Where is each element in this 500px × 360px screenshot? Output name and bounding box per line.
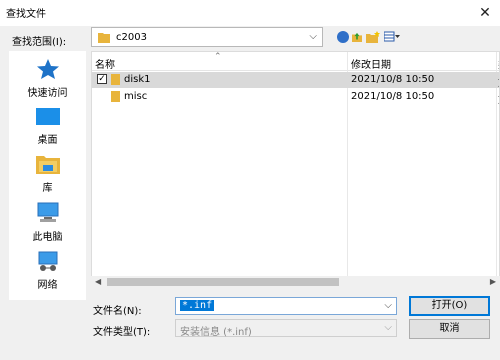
new-folder-icon[interactable]: [366, 31, 380, 43]
scroll-left-icon[interactable]: ◀: [95, 277, 101, 286]
sort-up-icon: ⌃: [214, 52, 222, 62]
list-item[interactable]: ✓ disk1 2021/10/8 10:50 文: [92, 72, 499, 89]
place-label: 此电脑: [32, 232, 63, 243]
place-this-pc[interactable]: 此电脑: [9, 202, 86, 250]
back-icon[interactable]: [337, 31, 349, 43]
place-label: 桌面: [37, 135, 58, 146]
place-label: 网络: [37, 280, 58, 291]
column-name[interactable]: 名称: [95, 56, 115, 71]
file-modified: 2021/10/8 10:50: [351, 91, 435, 102]
desktop-icon: [35, 108, 60, 125]
places-sidebar: 快速访问 桌面 库 此电脑 网络: [9, 51, 86, 300]
checkbox[interactable]: ✓: [97, 74, 107, 84]
file-name: misc: [124, 91, 148, 102]
lookin-combo[interactable]: c2003 ⌵: [91, 27, 323, 47]
filename-value: *.inf: [180, 300, 215, 311]
folder-icon: [111, 91, 120, 102]
place-desktop[interactable]: 桌面: [9, 107, 86, 155]
file-name: disk1: [124, 74, 151, 85]
horizontal-scrollbar[interactable]: ◀ ▶: [91, 276, 500, 288]
title-bar: 查找文件 ✕: [0, 0, 500, 26]
up-folder-icon[interactable]: [352, 31, 362, 43]
chevron-down-icon[interactable]: ⌵: [384, 300, 392, 311]
place-label: 库: [42, 183, 53, 194]
folder-icon: [111, 74, 120, 85]
scroll-right-icon[interactable]: ▶: [490, 277, 496, 286]
place-network[interactable]: 网络: [9, 250, 86, 298]
cancel-button[interactable]: 取消: [409, 319, 490, 339]
computer-icon: [37, 202, 58, 222]
folder-icon: [98, 33, 110, 43]
window-title: 查找文件: [6, 9, 46, 20]
filename-label: 文件名(N):: [93, 306, 142, 317]
place-library[interactable]: 库: [9, 153, 86, 201]
filename-input[interactable]: *.inf ⌵: [175, 297, 397, 315]
place-label: 快速访问: [27, 88, 68, 99]
chevron-down-icon: ⌵: [384, 322, 392, 333]
filetype-label: 文件类型(T):: [93, 327, 151, 338]
file-modified: 2021/10/8 10:50: [351, 74, 435, 85]
file-list[interactable]: 名称 ⌃ 修改日期 类 ✓ disk1 2021/10/8 10:50 文 mi…: [91, 51, 500, 288]
column-modified[interactable]: 修改日期: [351, 56, 391, 71]
star-icon: [36, 59, 59, 79]
chevron-down-icon: ⌵: [309, 31, 317, 42]
find-file-dialog: 查找文件 ✕ 查找范围(I): c2003 ⌵ 快速访问 桌面 库 此电脑 网络…: [0, 0, 500, 360]
close-icon[interactable]: ✕: [470, 0, 500, 26]
place-quick-access[interactable]: 快速访问: [9, 58, 86, 106]
filetype-select[interactable]: 安装信息 (*.inf) ⌵: [175, 319, 397, 338]
lookin-value: c2003: [116, 32, 147, 43]
list-header: 名称 ⌃ 修改日期 类: [92, 52, 499, 287]
scroll-thumb[interactable]: [107, 278, 339, 286]
lookin-label: 查找范围(I):: [12, 37, 67, 48]
open-button[interactable]: 打开(O): [409, 296, 490, 316]
library-icon: [35, 156, 60, 174]
filetype-value: 安装信息 (*.inf): [180, 327, 252, 338]
list-item[interactable]: misc 2021/10/8 10:50 文: [92, 89, 499, 106]
network-icon: [38, 251, 57, 271]
view-menu-icon[interactable]: [384, 31, 400, 43]
